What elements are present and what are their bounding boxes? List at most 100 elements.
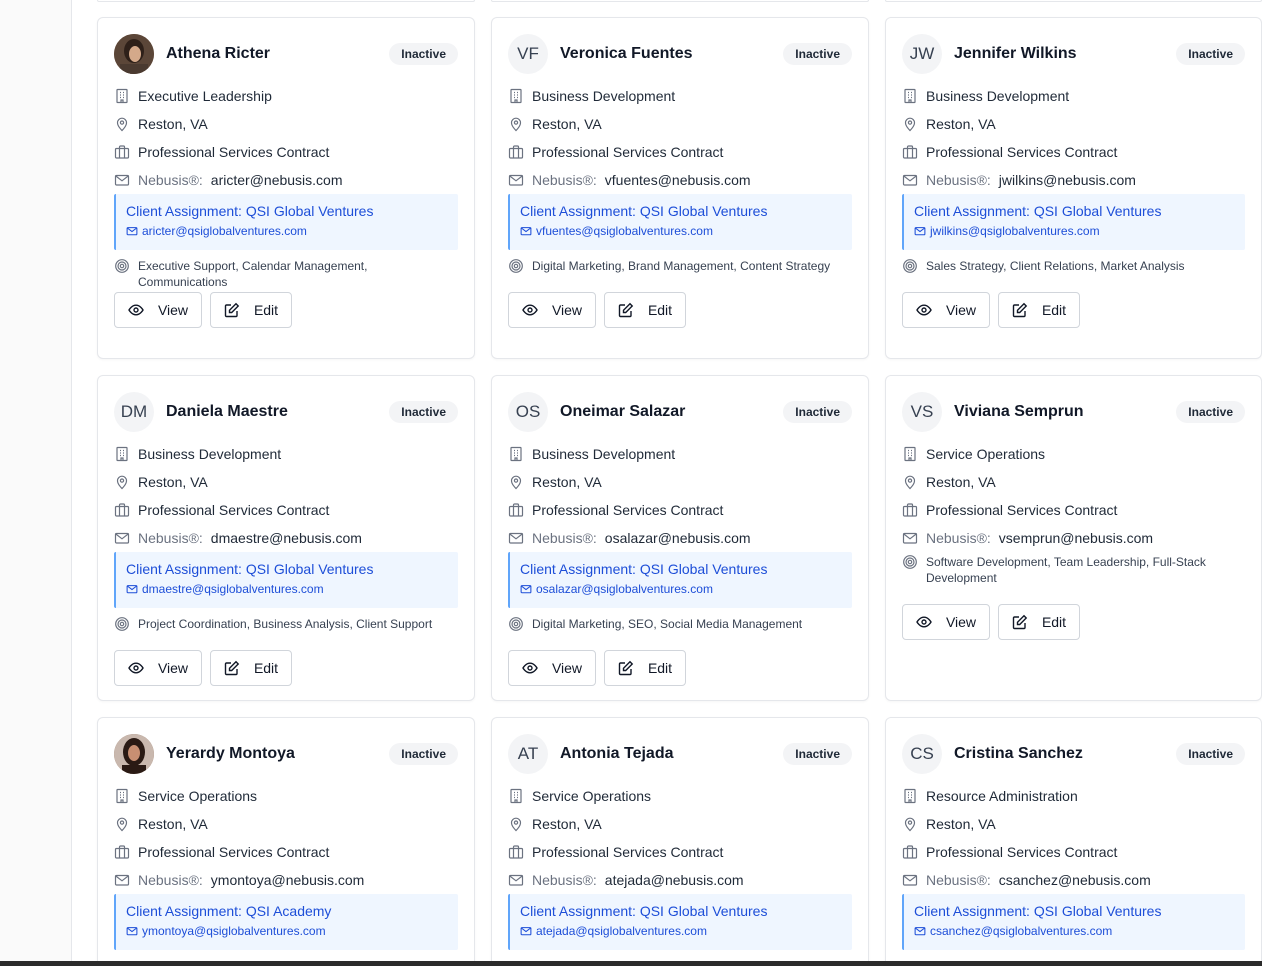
- company-email[interactable]: vfuentes@nebusis.com: [605, 172, 751, 188]
- building-icon: [508, 88, 524, 104]
- department-text: Business Development: [532, 446, 676, 462]
- employee-name[interactable]: Yerardy Montoya: [166, 745, 389, 763]
- mail-icon: [914, 225, 930, 237]
- employee-name[interactable]: Oneimar Salazar: [560, 403, 783, 421]
- status-badge: Inactive: [389, 43, 458, 65]
- info-row: Professional Services Contract: [114, 842, 458, 862]
- info-row: Professional Services Contract: [902, 142, 1245, 162]
- employee-name[interactable]: Daniela Maestre: [166, 403, 389, 421]
- view-label: View: [945, 302, 977, 318]
- location-pin-icon: [114, 474, 130, 490]
- view-button[interactable]: View: [508, 650, 596, 686]
- mail-icon: [508, 172, 524, 188]
- avatar: [114, 34, 154, 74]
- company-email[interactable]: csanchez@nebusis.com: [999, 872, 1151, 888]
- email-row: Nebusis®: csanchez@nebusis.com: [902, 870, 1245, 890]
- edit-button[interactable]: Edit: [210, 292, 292, 328]
- edit-button[interactable]: Edit: [210, 650, 292, 686]
- contract-text: Professional Services Contract: [138, 144, 330, 160]
- location-text: Reston, VA: [532, 116, 602, 132]
- client-assignment-title: Client Assignment: QSI Global Ventures: [520, 561, 768, 577]
- email-prefix: Nebusis®:: [926, 530, 991, 546]
- view-button[interactable]: View: [114, 292, 202, 328]
- client-assignment-email[interactable]: osalazar@qsiglobalventures.com: [520, 582, 842, 596]
- client-email-text: jwilkins@qsiglobalventures.com: [930, 224, 1100, 238]
- edit-button[interactable]: Edit: [604, 650, 686, 686]
- employee-name[interactable]: Viviana Semprun: [954, 403, 1176, 421]
- card-above-edge: [885, 0, 1262, 2]
- department-text: Service Operations: [138, 788, 258, 804]
- edit-label: Edit: [647, 660, 673, 676]
- mail-icon: [520, 225, 536, 237]
- briefcase-icon: [508, 144, 524, 160]
- status-badge: Inactive: [1176, 401, 1245, 423]
- avatar: [114, 734, 154, 774]
- employee-name[interactable]: Veronica Fuentes: [560, 45, 783, 63]
- building-icon: [114, 88, 130, 104]
- company-email[interactable]: dmaestre@nebusis.com: [211, 530, 362, 546]
- edit-icon: [618, 660, 648, 676]
- company-email[interactable]: aricter@nebusis.com: [211, 172, 343, 188]
- location-pin-icon: [114, 816, 130, 832]
- client-assignment-email[interactable]: atejada@qsiglobalventures.com: [520, 924, 842, 938]
- client-assignment-email[interactable]: dmaestre@qsiglobalventures.com: [126, 582, 448, 596]
- employee-card: DM Daniela Maestre Inactive Business Develo…: [97, 375, 475, 701]
- card-header: AT Antonia Tejada Inactive: [508, 734, 852, 774]
- company-email[interactable]: ymontoya@nebusis.com: [211, 872, 365, 888]
- edit-icon: [224, 660, 254, 676]
- company-email[interactable]: osalazar@nebusis.com: [605, 530, 751, 546]
- client-assignment-email[interactable]: jwilkins@qsiglobalventures.com: [914, 224, 1235, 238]
- employee-name[interactable]: Cristina Sanchez: [954, 745, 1176, 763]
- company-email[interactable]: atejada@nebusis.com: [605, 872, 744, 888]
- company-email[interactable]: jwilkins@nebusis.com: [999, 172, 1136, 188]
- email-prefix: Nebusis®:: [926, 172, 991, 188]
- department-text: Business Development: [532, 88, 676, 104]
- info-row: Reston, VA: [508, 472, 852, 492]
- client-email-text: atejada@qsiglobalventures.com: [536, 924, 707, 938]
- status-badge: Inactive: [783, 401, 852, 423]
- info-row: Professional Services Contract: [902, 500, 1245, 520]
- location-pin-icon: [508, 816, 524, 832]
- view-button[interactable]: View: [902, 292, 990, 328]
- client-assignment-email[interactable]: aricter@qsiglobalventures.com: [126, 224, 448, 238]
- email-prefix: Nebusis®:: [532, 872, 597, 888]
- department-text: Business Development: [138, 446, 282, 462]
- info-row: Professional Services Contract: [114, 500, 458, 520]
- edit-label: Edit: [1041, 302, 1067, 318]
- client-assignment-email[interactable]: vfuentes@qsiglobalventures.com: [520, 224, 842, 238]
- employee-card: VS Viviana Semprun Inactive Service Operati…: [885, 375, 1262, 701]
- client-email-text: ymontoya@qsiglobalventures.com: [142, 924, 326, 938]
- edit-icon: [1012, 302, 1042, 318]
- employee-name[interactable]: Jennifer Wilkins: [954, 45, 1176, 63]
- target-icon: [508, 258, 524, 274]
- status-badge: Inactive: [389, 743, 458, 765]
- email-row: Nebusis®: vsemprun@nebusis.com: [902, 528, 1245, 548]
- building-icon: [508, 788, 524, 804]
- edit-button[interactable]: Edit: [604, 292, 686, 328]
- employee-name[interactable]: Athena Ricter: [166, 45, 389, 63]
- email-row: Nebusis®: jwilkins@nebusis.com: [902, 170, 1245, 190]
- client-assignment-box: Client Assignment: QSI Global Ventures jw…: [902, 194, 1245, 250]
- email-prefix: Nebusis®:: [926, 872, 991, 888]
- employee-card: CS Cristina Sanchez Inactive Resource Admin…: [885, 717, 1262, 966]
- email-row: Nebusis®: aricter@nebusis.com: [114, 170, 458, 190]
- client-assignment-email[interactable]: csanchez@qsiglobalventures.com: [914, 924, 1235, 938]
- mail-icon: [126, 225, 142, 237]
- view-button[interactable]: View: [508, 292, 596, 328]
- department-text: Service Operations: [926, 446, 1046, 462]
- client-assignment-email[interactable]: ymontoya@qsiglobalventures.com: [126, 924, 448, 938]
- mail-icon: [126, 583, 142, 595]
- edit-button[interactable]: Edit: [998, 292, 1080, 328]
- company-email[interactable]: vsemprun@nebusis.com: [999, 530, 1153, 546]
- card-header: CS Cristina Sanchez Inactive: [902, 734, 1245, 774]
- employee-name[interactable]: Antonia Tejada: [560, 745, 783, 763]
- email-prefix: Nebusis®:: [532, 530, 597, 546]
- edit-label: Edit: [253, 660, 279, 676]
- building-icon: [902, 446, 918, 462]
- view-button[interactable]: View: [902, 604, 990, 640]
- edit-button[interactable]: Edit: [998, 604, 1080, 640]
- view-button[interactable]: View: [114, 650, 202, 686]
- client-assignment-title: Client Assignment: QSI Global Ventures: [520, 903, 768, 919]
- mail-icon: [508, 530, 524, 546]
- info-row: Professional Services Contract: [114, 142, 458, 162]
